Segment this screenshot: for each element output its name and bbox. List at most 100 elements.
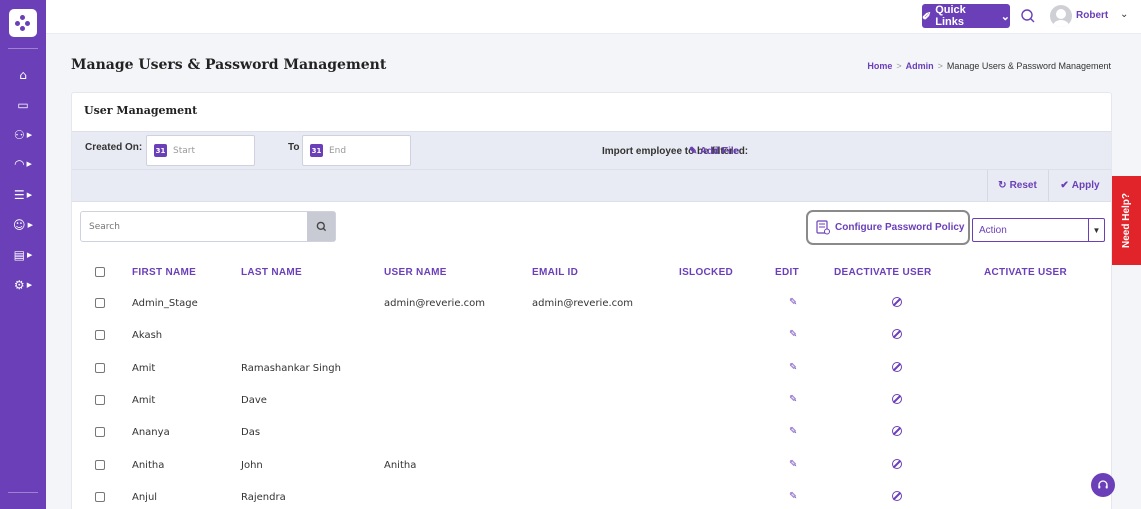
breadcrumb-home[interactable]: Home (867, 61, 892, 71)
check-circle-icon: ✔ (1060, 180, 1069, 191)
column-email-id[interactable]: EMAIL ID (532, 267, 578, 278)
column-user-name[interactable]: USER NAME (384, 267, 447, 278)
configure-password-policy-button[interactable]: Configure Password Policy (806, 210, 970, 245)
table-header: FIRST NAME LAST NAME USER NAME EMAIL ID … (72, 263, 1111, 281)
to-label: To (288, 142, 300, 153)
search-box (80, 211, 336, 242)
username[interactable]: Robert (1076, 10, 1108, 21)
avatar[interactable] (1050, 5, 1072, 27)
apply-button[interactable]: ✔ Apply (1048, 170, 1111, 201)
deactivate-icon[interactable] (892, 426, 902, 436)
table-row: Anjul Rajendra ✎ (72, 487, 1111, 509)
breadcrumb-separator: > (937, 61, 943, 71)
edit-icon[interactable]: ✎ (789, 426, 797, 437)
sidebar-item-reports[interactable]: ▤ ▶ (0, 244, 46, 266)
calendar-icon: 31 (154, 144, 167, 157)
refresh-icon: ↻ (998, 180, 1007, 191)
select-all-checkbox[interactable] (95, 267, 105, 277)
search-input[interactable] (81, 212, 307, 241)
cell-first-name: Anjul (132, 492, 158, 503)
deactivate-icon[interactable] (892, 362, 902, 372)
reset-label: Reset (1009, 180, 1037, 191)
need-help-tab[interactable]: Need Help? (1112, 176, 1141, 265)
row-checkbox[interactable] (95, 298, 105, 308)
row-checkbox[interactable] (95, 363, 105, 373)
action-select[interactable]: Action ▼ (972, 218, 1105, 242)
column-edit: EDIT (775, 267, 799, 278)
deactivate-icon[interactable] (892, 297, 902, 307)
cell-first-name: Anitha (132, 460, 165, 471)
breadcrumb-separator: > (896, 61, 902, 71)
row-checkbox[interactable] (95, 427, 105, 437)
cell-user-name: admin@reverie.com (384, 298, 486, 309)
paperclip-icon: ✎ (689, 146, 698, 157)
deactivate-icon[interactable] (892, 329, 902, 339)
settings-icon: ⚙ (13, 278, 25, 292)
quick-links-label: Quick Links (935, 4, 966, 28)
sidebar-item-dashboard[interactable]: ◠ ▶ (0, 153, 46, 175)
chevron-right-icon: ▶ (26, 281, 33, 289)
search-icon (316, 221, 326, 232)
edit-icon[interactable]: ✎ (789, 297, 797, 308)
created-on-label: Created On: (85, 142, 143, 153)
user-management-card: User Management Created On: 31 Start To … (71, 92, 1112, 509)
card-title: User Management (84, 104, 198, 117)
logo-icon (15, 15, 31, 31)
reset-button[interactable]: ↻ Reset (987, 170, 1047, 201)
table-row: Amit Dave ✎ (72, 390, 1111, 412)
deactivate-icon[interactable] (892, 394, 902, 404)
cell-first-name: Amit (132, 395, 156, 406)
cell-email: admin@reverie.com (532, 298, 634, 309)
deactivate-icon[interactable] (892, 459, 902, 469)
page-title: Manage Users & Password Management (71, 57, 387, 73)
deactivate-icon[interactable] (892, 491, 902, 501)
apply-label: Apply (1071, 180, 1100, 191)
chevron-right-icon: ▶ (26, 251, 33, 259)
quick-links-button[interactable]: ✐ Quick Links ⌄ (922, 4, 1010, 28)
chevron-down-icon: ⌄ (1000, 10, 1010, 23)
edit-icon[interactable]: ✎ (789, 459, 797, 470)
search-button[interactable] (307, 212, 335, 241)
column-first-name[interactable]: FIRST NAME (132, 267, 196, 278)
end-date-field[interactable]: 31 End (302, 135, 411, 166)
row-checkbox[interactable] (95, 395, 105, 405)
users-icon: ⚇ (13, 128, 25, 142)
cell-last-name: Das (241, 427, 261, 438)
start-date-field[interactable]: 31 Start (146, 135, 255, 166)
edit-icon[interactable]: ✎ (789, 362, 797, 373)
column-islocked[interactable]: ISLOCKED (679, 267, 733, 278)
cell-last-name: John (241, 460, 263, 471)
cell-first-name: Ananya (132, 427, 170, 438)
group-icon: ☺ (13, 218, 26, 232)
row-checkbox[interactable] (95, 460, 105, 470)
sidebar-item-settings[interactable]: ⚙ ▶ (0, 274, 46, 296)
search-icon[interactable] (1020, 8, 1036, 24)
row-checkbox[interactable] (95, 492, 105, 502)
cell-first-name: Admin_Stage (132, 298, 198, 309)
sidebar-divider (8, 48, 38, 49)
sidebar: ⌂ ▭ ⚇ ▶ ◠ ▶ ☰ ▶ ☺ ▶ ▤ ▶ ⚙ ▶ (0, 0, 46, 509)
database-icon: ☰ (13, 188, 25, 202)
support-chat-button[interactable] (1091, 473, 1115, 497)
sidebar-item-users[interactable]: ⚇ ▶ (0, 124, 46, 146)
sidebar-item-monitor[interactable]: ▭ (0, 94, 46, 116)
caret-down-icon: ▼ (1088, 219, 1104, 241)
cell-first-name: Amit (132, 363, 156, 374)
edit-icon[interactable]: ✎ (789, 491, 797, 502)
cell-last-name: Dave (241, 395, 267, 406)
breadcrumb-admin[interactable]: Admin (906, 61, 934, 71)
home-icon: ⌂ (19, 68, 27, 82)
edit-icon[interactable]: ✎ (789, 394, 797, 405)
sidebar-item-home[interactable]: ⌂ (0, 64, 46, 86)
column-last-name[interactable]: LAST NAME (241, 267, 302, 278)
add-file-button[interactable]: ✎ Add File (689, 146, 739, 157)
edit-icon[interactable]: ✎ (789, 329, 797, 340)
gauge-icon: ◠ (14, 157, 25, 171)
clipboard-icon: ▤ (13, 248, 25, 262)
row-checkbox[interactable] (95, 330, 105, 340)
app-logo[interactable] (9, 9, 37, 37)
sidebar-item-groups[interactable]: ☺ ▶ (0, 214, 46, 236)
need-help-label: Need Help? (1121, 192, 1133, 249)
sidebar-item-database[interactable]: ☰ ▶ (0, 184, 46, 206)
chevron-down-icon[interactable]: ⌄ (1120, 9, 1128, 20)
